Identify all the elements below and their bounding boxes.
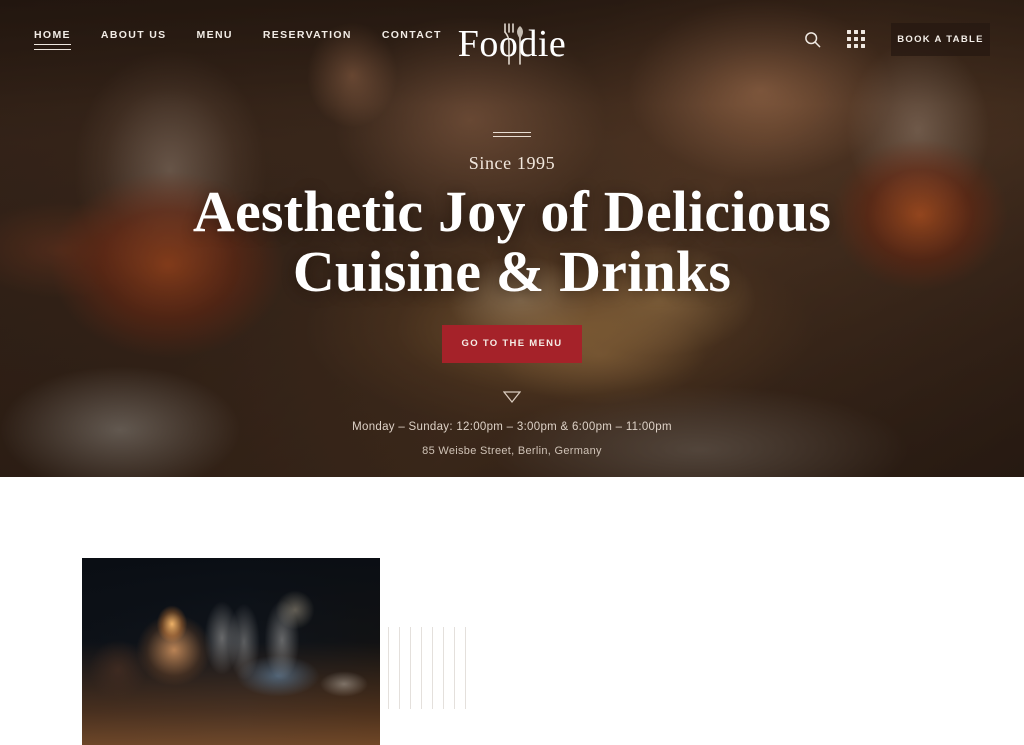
nav-item-menu[interactable]: MENU bbox=[197, 29, 233, 50]
feature-section: QUALITY SERVICE Rare Collectible Wine Bo… bbox=[0, 477, 1024, 745]
hero-address: 85 Weisbe Street, Berlin, Germany bbox=[422, 444, 602, 457]
nav-item-reservation[interactable]: RESERVATION bbox=[263, 29, 352, 50]
nav-item-home[interactable]: HOME bbox=[34, 29, 71, 50]
book-a-table-button[interactable]: BOOK A TABLE bbox=[891, 22, 990, 56]
hero-headline: Aesthetic Joy of Delicious Cuisine & Dri… bbox=[192, 179, 832, 305]
hero-eyebrow: Since 1995 bbox=[468, 153, 556, 173]
site-header: HOME ABOUT US MENU RESERVATION CONTACT F… bbox=[0, 0, 1024, 78]
scroll-down-triangle-icon[interactable] bbox=[503, 391, 521, 403]
go-to-menu-button[interactable]: GO TO THE MENU bbox=[442, 324, 582, 363]
hero-opening-hours: Monday – Sunday: 12:00pm – 3:00pm & 6:00… bbox=[352, 420, 672, 433]
search-icon[interactable] bbox=[799, 26, 825, 52]
feature-dining-table-image bbox=[82, 558, 380, 745]
site-logo[interactable]: Foodie bbox=[412, 20, 612, 68]
hero-divider-ornament bbox=[493, 132, 531, 137]
main-navigation: HOME ABOUT US MENU RESERVATION CONTACT bbox=[34, 29, 442, 50]
decorative-stripes-panel bbox=[380, 613, 496, 723]
nav-item-about-us[interactable]: ABOUT US bbox=[101, 29, 167, 50]
hero-section: HOME ABOUT US MENU RESERVATION CONTACT F… bbox=[0, 0, 1024, 477]
fork-spoon-icon bbox=[504, 23, 523, 65]
stripes-pattern bbox=[388, 627, 470, 709]
header-actions: BOOK A TABLE bbox=[799, 22, 990, 56]
grid-menu-icon[interactable] bbox=[843, 26, 869, 52]
